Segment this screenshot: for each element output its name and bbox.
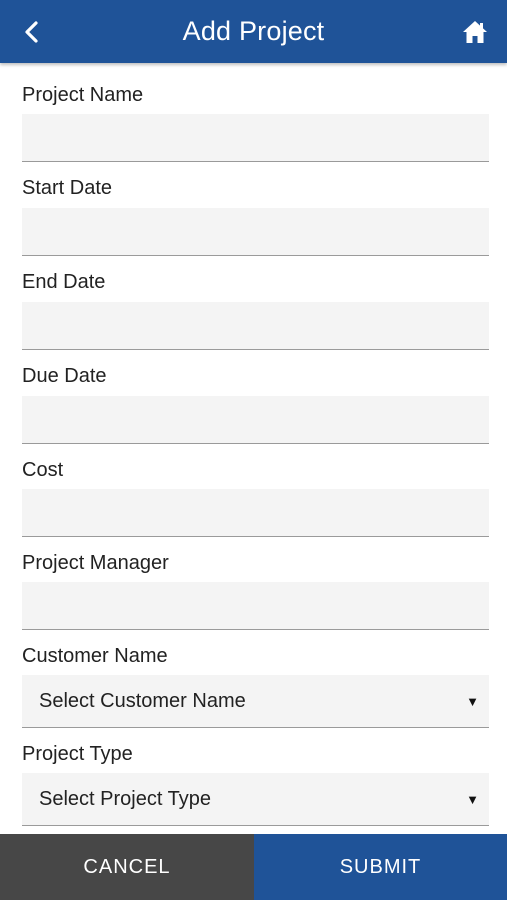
due-date-input[interactable] (22, 396, 489, 444)
page-title: Add Project (182, 16, 325, 46)
start-date-label: Start Date (22, 177, 113, 199)
due-date-label: Due Date (22, 365, 107, 387)
customer-name-selected-value: Select Customer Name (39, 690, 246, 712)
dropdown-arrow-icon: ▼ (466, 792, 479, 807)
home-icon (463, 21, 487, 43)
bottom-action-bar: CANCEL SUBMIT (0, 834, 507, 900)
start-date-input[interactable] (22, 208, 489, 256)
cost-input[interactable] (22, 489, 489, 537)
project-type-select[interactable]: Select Project Type ▼ (22, 773, 489, 826)
project-type-label: Project Type (22, 743, 133, 765)
home-button[interactable] (457, 14, 493, 50)
customer-name-label: Customer Name (22, 645, 168, 667)
end-date-input[interactable] (22, 302, 489, 350)
project-manager-label: Project Manager (22, 552, 169, 574)
dropdown-arrow-icon: ▼ (466, 694, 479, 709)
project-type-selected-value: Select Project Type (39, 788, 211, 810)
project-name-label: Project Name (22, 84, 144, 106)
cost-label: Cost (22, 459, 64, 481)
submit-button[interactable]: SUBMIT (254, 834, 507, 900)
cancel-button[interactable]: CANCEL (0, 834, 254, 900)
project-name-input[interactable] (22, 114, 489, 162)
add-project-screen: Add Project Project Name Start Date End … (0, 0, 507, 900)
end-date-label: End Date (22, 271, 106, 293)
customer-name-select[interactable]: Select Customer Name ▼ (22, 675, 489, 728)
top-app-bar: Add Project (0, 0, 507, 63)
project-manager-input[interactable] (22, 582, 489, 630)
